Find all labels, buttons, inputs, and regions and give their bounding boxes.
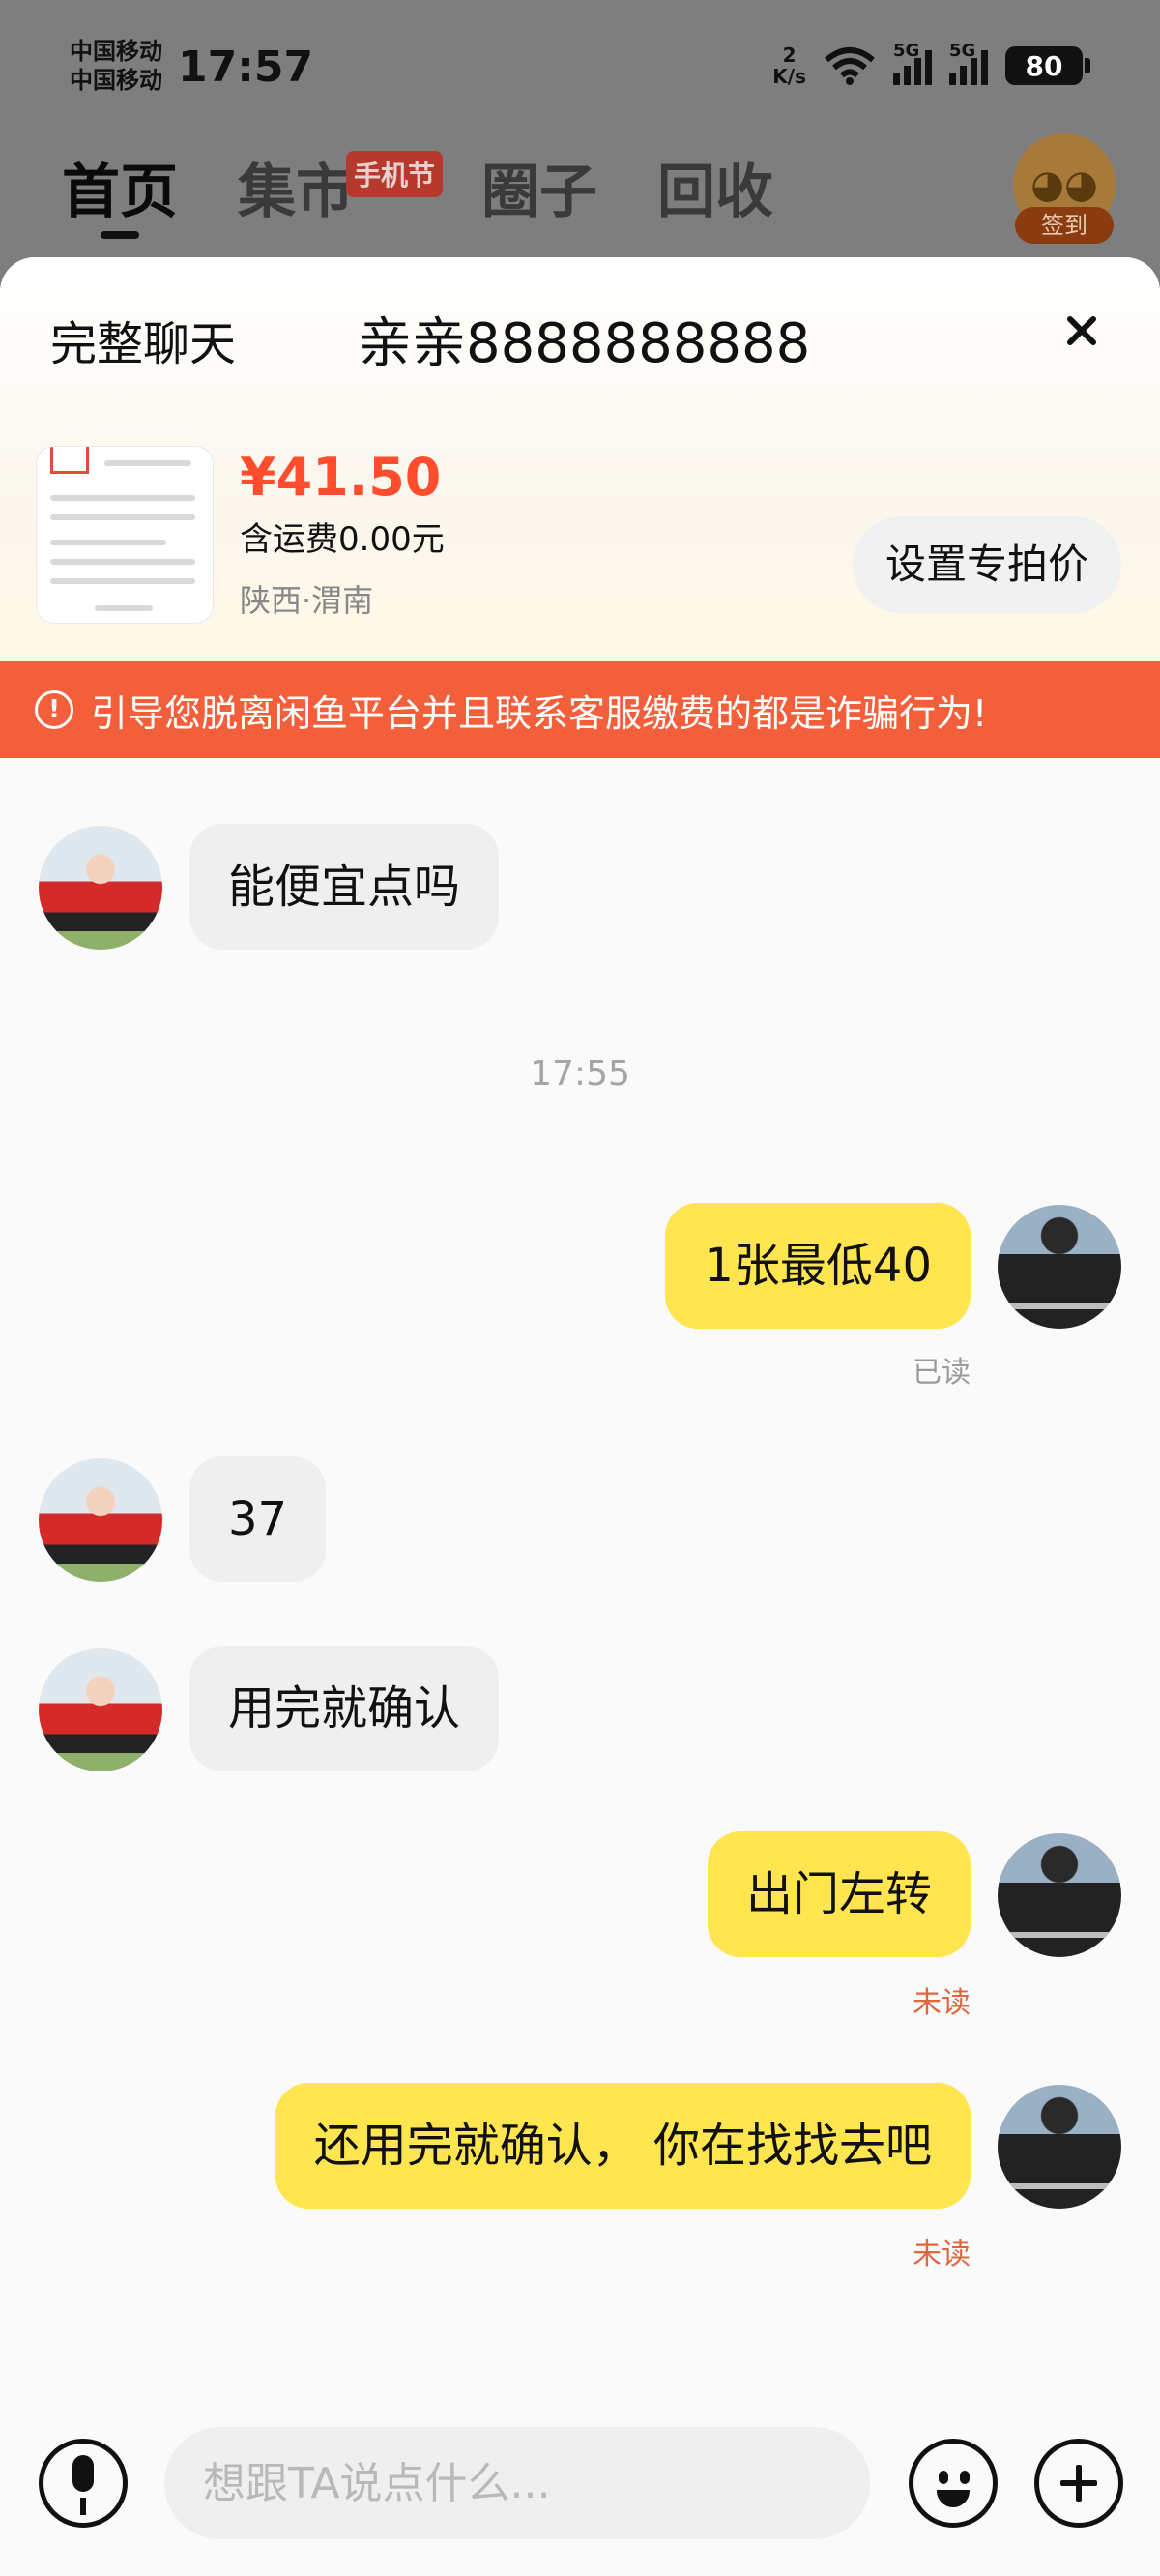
network-speed-unit: K/s <box>772 65 806 88</box>
message-bubble[interactable]: 出门左转 <box>707 1831 971 1957</box>
my-avatar[interactable] <box>998 2085 1121 2209</box>
my-avatar[interactable] <box>998 1833 1121 1957</box>
full-chat-link[interactable]: 完整聊天 <box>50 306 236 373</box>
microphone-icon[interactable] <box>39 2439 128 2528</box>
message-bubble[interactable]: 37 <box>189 1456 327 1582</box>
tab-market-label: 集市 <box>238 159 354 226</box>
signal-1-label: 5G <box>893 41 920 61</box>
message-input[interactable] <box>164 2427 870 2539</box>
tab-circle[interactable]: 圈子 <box>481 145 597 229</box>
wifi-icon <box>825 47 875 85</box>
fraud-warning-banner: ! 引导您脱离闲鱼平台并且联系客服缴费的都是诈骗行为! <box>0 661 1160 758</box>
time-stamp: 17:55 <box>530 1054 630 1094</box>
top-nav: 首页 集市 手机节 圈子 回收 <box>62 145 773 239</box>
message-bubble[interactable]: 能便宜点吗 <box>189 824 500 950</box>
close-icon[interactable] <box>1058 307 1106 356</box>
sign-in-label: 签到 <box>1015 207 1114 244</box>
unread-status: 未读 <box>913 1986 971 2020</box>
carrier-2: 中国移动 <box>70 67 162 94</box>
product-location: 陕西·渭南 <box>240 582 374 619</box>
peer-name: 亲亲8888888888 <box>358 312 811 375</box>
carrier-labels: 中国移动 中国移动 <box>70 37 162 95</box>
peer-avatar[interactable] <box>39 1648 162 1771</box>
unread-status: 未读 <box>913 2238 971 2271</box>
my-avatar[interactable] <box>998 1205 1121 1329</box>
shipping-fee: 含运费0.00元 <box>240 520 445 559</box>
read-status: 已读 <box>913 1356 971 1390</box>
product-price: ¥41.50 <box>240 447 442 508</box>
carrier-1: 中国移动 <box>70 38 162 65</box>
warning-icon: ! <box>35 690 73 729</box>
signal-2-label: 5G <box>949 41 976 61</box>
signal-1-icon: 5G <box>893 41 932 85</box>
clock: 17:57 <box>178 43 314 92</box>
peer-avatar[interactable] <box>39 1458 162 1582</box>
sign-in-button[interactable]: ◕◕ 签到 <box>1013 133 1116 246</box>
tab-home[interactable]: 首页 <box>62 145 178 239</box>
chat-header: 完整聊天 亲亲8888888888 ¥41.50 含运费0.00元 陕西·渭南 … <box>0 257 1160 663</box>
product-thumbnail[interactable] <box>37 447 213 623</box>
chat-sheet: 完整聊天 亲亲8888888888 ¥41.50 含运费0.00元 陕西·渭南 … <box>0 257 1160 2576</box>
message-bubble[interactable]: 1张最低40 <box>665 1203 971 1329</box>
message-input-bar <box>0 2406 1160 2576</box>
peer-avatar[interactable] <box>39 826 162 950</box>
warning-text: 引导您脱离闲鱼平台并且联系客服缴费的都是诈骗行为! <box>91 691 988 735</box>
market-badge: 手机节 <box>346 151 444 197</box>
battery-indicator: 80 <box>1005 46 1090 85</box>
network-speed-value: 2 <box>782 44 797 67</box>
message-bubble[interactable]: 还用完就确认， 你在找找去吧 <box>275 2083 971 2209</box>
status-bar: 中国移动 中国移动 17:57 2 K/s 5G 5G 80 <box>0 0 1160 126</box>
emoji-icon[interactable] <box>909 2439 998 2528</box>
system-icons: 2 K/s 5G 5G 80 <box>772 41 1090 87</box>
tab-recycle[interactable]: 回收 <box>657 145 773 229</box>
plus-icon[interactable] <box>1034 2439 1123 2528</box>
tab-market[interactable]: 集市 手机节 <box>238 145 444 229</box>
signal-2-icon: 5G <box>949 41 988 85</box>
message-bubble[interactable]: 用完就确认 <box>189 1646 500 1771</box>
network-speed: 2 K/s <box>772 44 806 87</box>
set-special-price-button[interactable]: 设置专拍价 <box>852 516 1121 613</box>
